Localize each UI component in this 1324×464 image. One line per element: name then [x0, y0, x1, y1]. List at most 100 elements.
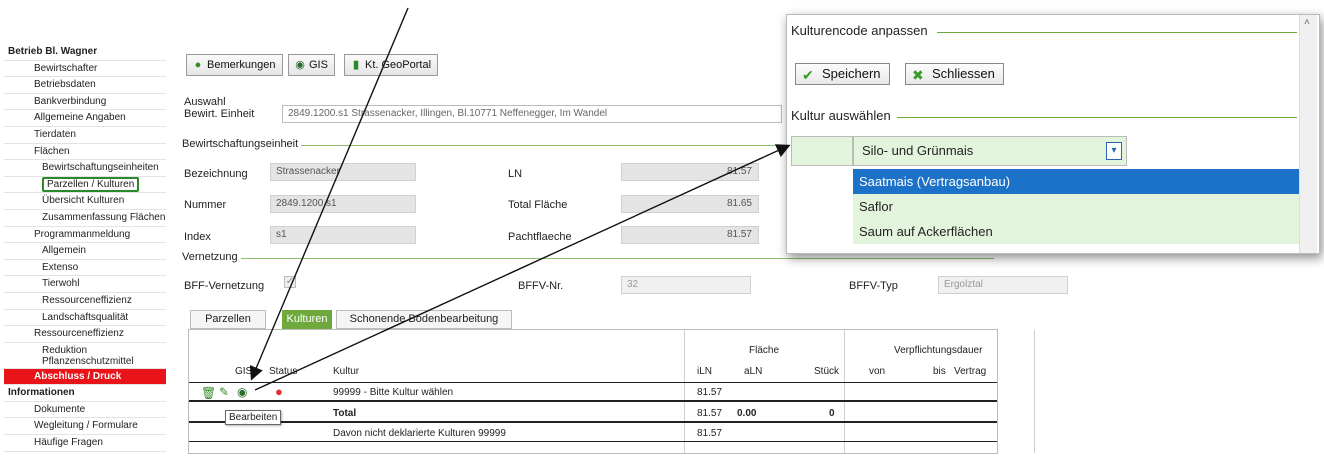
sidebar-item[interactable]: Zusammenfassung Flächen [4, 210, 166, 227]
sidebar-item[interactable]: Ressourceneffizienz [4, 293, 166, 310]
dropdown-option[interactable]: Saflor [853, 194, 1301, 219]
bewirtschaftungseinheit-title: Bewirtschaftungseinheit [182, 138, 302, 150]
dialog-title: Kulturencode anpassen [791, 23, 930, 38]
total-iln: 81.57 [697, 408, 723, 419]
bffv-nr-select[interactable]: 32 [621, 276, 751, 294]
column-header-von: von [869, 366, 886, 377]
total-label: Total [333, 408, 357, 419]
sidebar-item[interactable]: Informationen [4, 385, 166, 402]
sidebar-item-label: Tierwohl [42, 278, 80, 290]
sidebar-item-label: Informationen [8, 387, 75, 399]
bewirt-einheit-select[interactable]: 2849.1200.s1 Strassenacker, Illingen, Bl… [282, 105, 782, 123]
trash-icon[interactable]: 🗑 [201, 386, 216, 400]
sidebar-item[interactable]: Landschaftsqualität [4, 310, 166, 327]
chevron-down-icon[interactable]: ▾ [1106, 142, 1122, 160]
kultur-select-value: Silo- und Grünmais [862, 143, 974, 158]
gis-button[interactable]: ◉ GIS [288, 54, 335, 76]
sidebar-item-label: Bankverbindung [34, 95, 107, 107]
column-header-vertrag: Vertrag [954, 366, 987, 377]
tab-schonende-bodenbearbeitung[interactable]: Schonende Bodenbearbeitung [336, 310, 512, 329]
sidebar-item[interactable]: Bankverbindung [4, 94, 166, 111]
sidebar-item[interactable]: Dokumente [4, 402, 166, 419]
total-stueck: 0 [829, 408, 835, 419]
bff-vernetzung-label: BFF-Vernetzung [184, 280, 265, 292]
kulturencode-dialog: Kulturencode anpassen ✔ Speichern ✖ Schlie… [786, 14, 1320, 254]
sidebar-item-label: Extenso [42, 261, 79, 273]
nummer-label: Nummer [184, 199, 227, 211]
speichern-button[interactable]: ✔ Speichern [795, 63, 890, 85]
sidebar-item-label: Allgemein [42, 245, 86, 257]
scrollbar[interactable]: ˄ [1299, 15, 1317, 253]
sidebar-item-label: Betriebsdaten [34, 79, 96, 91]
sidebar-item-label: Landschaftsqualität [42, 311, 129, 323]
sidebar-item-label: Zusammenfassung Flächen [42, 211, 166, 223]
index-field[interactable]: s1 [270, 226, 416, 244]
sidebar-item-label: Bewirtschafter [34, 62, 98, 74]
bffv-typ-label: BFFV-Typ [849, 280, 898, 292]
chevron-up-icon[interactable]: ˄ [1304, 17, 1310, 28]
sidebar-item[interactable]: Ressourceneffizienz [4, 326, 166, 343]
bars-icon: ▮ [352, 59, 360, 71]
sidebar-item[interactable]: Allgemeine Angaben [4, 110, 166, 127]
sidebar-item[interactable]: Reduktion Pflanzenschutzmittel [4, 343, 166, 369]
bewirt-einheit-label: Bewirt. Einheit [184, 108, 255, 120]
sidebar-item-label: Übersicht Kulturen [42, 195, 125, 207]
column-header-bis: bis [933, 366, 946, 377]
ln-label: LN [508, 168, 523, 180]
globe-icon[interactable]: ◉ [237, 385, 247, 399]
sidebar-item[interactable]: Tierwohl [4, 276, 166, 293]
sidebar-item[interactable]: Parzellen / Kulturen [4, 176, 166, 194]
sidebar-item[interactable]: Tierdaten [4, 127, 166, 144]
pencil-icon[interactable]: ✎ [219, 385, 229, 399]
sidebar-item-label: Allgemeine Angaben [34, 112, 126, 124]
sidebar-item[interactable]: Abschluss / Druck [4, 368, 166, 386]
sidebar-item[interactable]: Allgemein [4, 243, 166, 260]
sidebar-item-label: Abschluss / Druck [34, 370, 122, 382]
bemerkungen-button[interactable]: ● Bemerkungen [186, 54, 283, 76]
tab-parzellen[interactable]: Parzellen [190, 310, 266, 329]
sidebar-item[interactable]: Wegleitung / Formulare [4, 418, 166, 436]
sidebar-item[interactable]: Programmanmeldung [4, 227, 166, 244]
geoportal-button[interactable]: ▮ Kt. GeoPortal [344, 54, 439, 76]
iln-value: 81.57 [697, 387, 723, 398]
speech-bubble-icon: ● [194, 59, 202, 71]
section-divider [897, 117, 1297, 118]
sidebar-item-label: Bewirtschaftungseinheiten [42, 162, 159, 174]
total-flaeche-label: Total Fläche [508, 199, 568, 211]
globe-icon: ◉ [295, 59, 305, 71]
bffv-typ-select[interactable]: Ergolztal [938, 276, 1068, 294]
sidebar-item[interactable]: Häufige Fragen [4, 435, 166, 452]
column-header-kultur: Kultur [333, 366, 360, 377]
kultur-value: 99999 - Bitte Kultur wählen [333, 387, 454, 398]
bearbeiten-tooltip: Bearbeiten [225, 410, 282, 425]
nummer-field[interactable]: 2849.1200.s1 [270, 195, 416, 213]
pachtflaeche-field[interactable]: 81.57 [621, 226, 759, 244]
bezeichnung-label: Bezeichnung [184, 168, 248, 180]
sidebar-item[interactable]: Extenso [4, 260, 166, 277]
footer-iln: 81.57 [697, 428, 723, 439]
tab-kulturen[interactable]: Kulturen [282, 310, 332, 329]
sidebar-item[interactable]: Betriebsdaten [4, 77, 166, 94]
auswahl-label: Auswahl [184, 96, 226, 108]
kultur-code-box [791, 136, 853, 166]
sidebar-item[interactable]: Flächen [4, 144, 166, 161]
bezeichnung-field[interactable]: Strassenacker [270, 163, 416, 181]
dropdown-option[interactable]: Saatmais (Vertragsanbau) [853, 169, 1301, 194]
sidebar-item-label: Parzellen / Kulturen [42, 176, 140, 192]
sidebar-item-label: Betrieb Bl. Wagner [8, 46, 98, 57]
kulturen-table: Fläche Verpflichtungsdauer GIS Status Ku… [188, 329, 1035, 454]
sidebar-item[interactable]: Betrieb Bl. Wagner [4, 44, 166, 61]
ln-field[interactable]: 81.57 [621, 163, 759, 181]
sidebar-item[interactable]: Bewirtschafter [4, 61, 166, 78]
bff-vernetzung-checkbox[interactable]: ✓ [284, 276, 296, 288]
checkmark-icon: ✔ [802, 67, 814, 83]
sidebar-item[interactable]: Bewirtschaftungseinheiten [4, 160, 166, 177]
sidebar-item-label: Wegleitung / Formulare [34, 420, 138, 432]
dropdown-option[interactable]: Saum auf Ackerflächen [853, 219, 1301, 244]
total-flaeche-field[interactable]: 81.65 [621, 195, 759, 213]
column-header-gis: GIS [235, 366, 253, 377]
column-header-stueck: Stück [814, 366, 840, 377]
kultur-select[interactable]: Silo- und Grünmais ▾ [853, 136, 1127, 166]
schliessen-button[interactable]: ✖ Schliessen [905, 63, 1004, 85]
sidebar-item[interactable]: Übersicht Kulturen [4, 193, 166, 210]
